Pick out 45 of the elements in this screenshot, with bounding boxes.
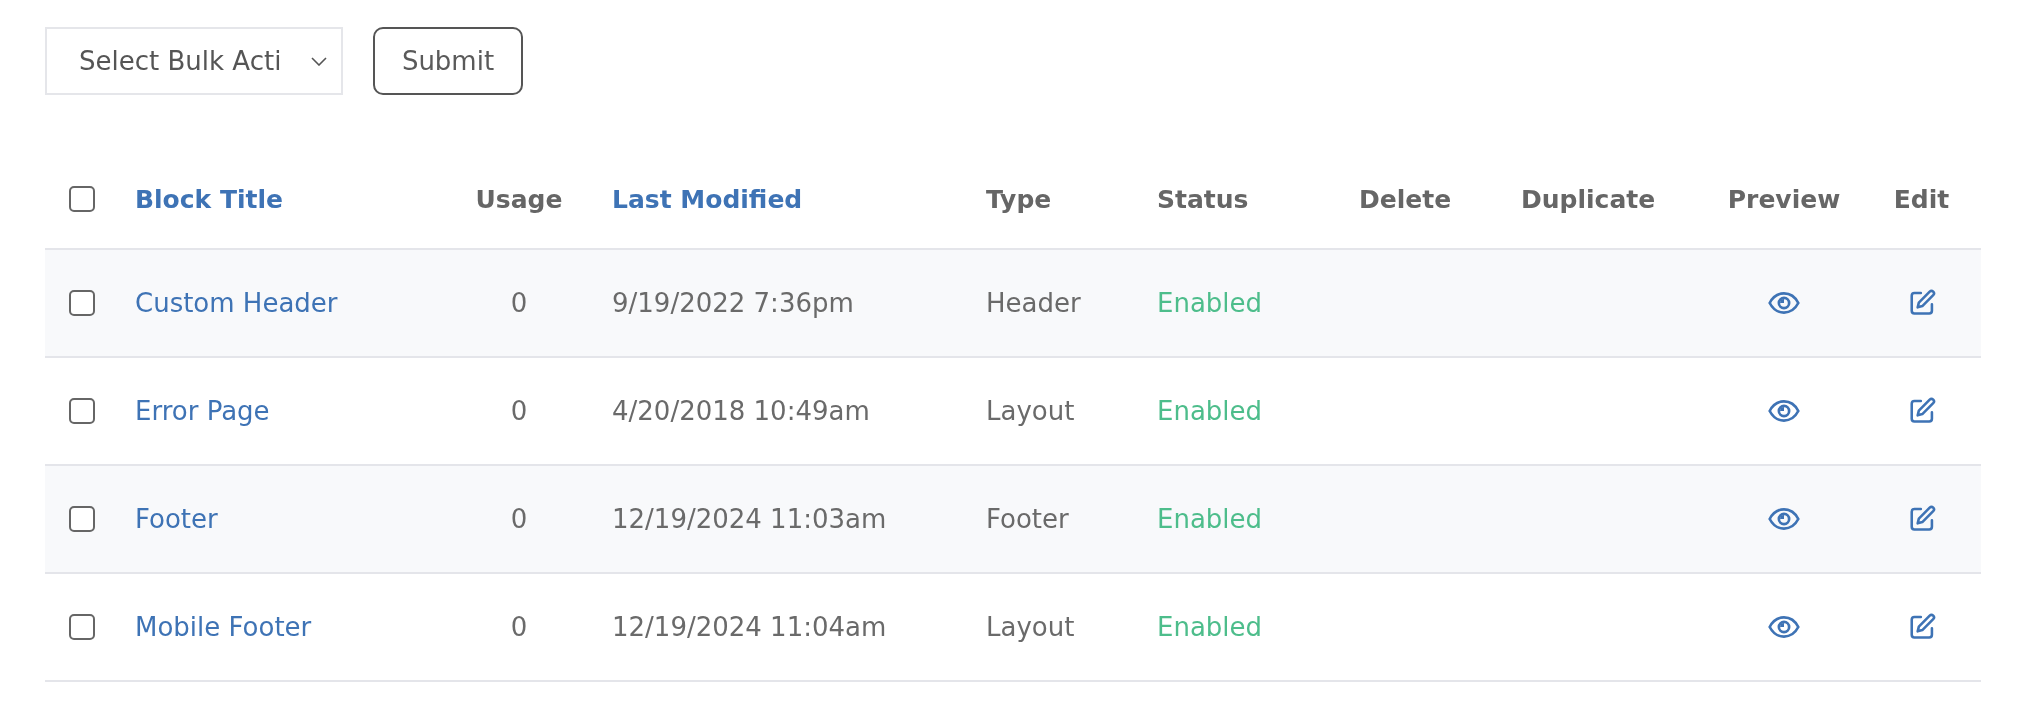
usage-count: 0 [510,612,528,642]
row-checkbox[interactable] [69,398,95,424]
edit-icon[interactable] [1907,397,1936,425]
block-title-link[interactable]: Mobile Footer [135,612,312,642]
column-header: Preview [1727,184,1841,214]
row-checkbox[interactable] [69,290,95,316]
select-all-checkbox[interactable] [69,186,95,212]
eye-icon[interactable] [1768,508,1800,530]
chevron-down-icon [311,56,328,66]
block-type: Header [986,288,1081,318]
edit-icon[interactable] [1907,505,1936,533]
block-title-link[interactable]: Custom Header [135,288,338,318]
sortable-column-header[interactable]: Last Modified [612,184,803,214]
column-header: Duplicate [1521,184,1656,214]
status-text: Enabled [1157,396,1263,426]
status-text: Enabled [1157,612,1263,642]
bulk-action-dropdown[interactable]: Select Bulk Acti [45,27,343,95]
submit-button[interactable]: Submit [373,27,523,95]
usage-count: 0 [510,504,528,534]
last-modified-date: 9/19/2022 7:36pm [612,288,854,318]
last-modified-date: 12/19/2024 11:03am [612,504,887,534]
block-type: Footer [986,504,1069,534]
eye-icon[interactable] [1768,400,1800,422]
block-title-link[interactable]: Error Page [135,396,270,426]
block-title-link[interactable]: Footer [135,504,218,534]
last-modified-date: 4/20/2018 10:49am [612,396,870,426]
usage-count: 0 [510,396,528,426]
last-modified-date: 12/19/2024 11:04am [612,612,887,642]
block-type: Layout [986,612,1075,642]
column-header: Edit [1893,184,1950,214]
eye-icon[interactable] [1768,292,1800,314]
column-header: Delete [1359,184,1452,214]
eye-icon[interactable] [1768,616,1800,638]
status-text: Enabled [1157,288,1263,318]
edit-icon[interactable] [1907,613,1936,641]
column-header: Type [986,184,1052,214]
column-header: Status [1157,184,1249,214]
usage-count: 0 [510,288,528,318]
edit-icon[interactable] [1907,289,1936,317]
column-header: Usage [475,184,563,214]
block-type: Layout [986,396,1075,426]
row-checkbox[interactable] [69,506,95,532]
row-checkbox[interactable] [69,614,95,640]
status-text: Enabled [1157,504,1263,534]
sortable-column-header[interactable]: Block Title [135,184,284,214]
